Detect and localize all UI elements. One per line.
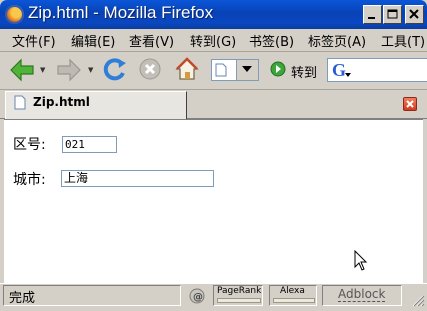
- menu-tools[interactable]: 工具(T): [381, 31, 425, 50]
- minimize-icon: [368, 17, 375, 19]
- city-label: 城市:: [13, 172, 46, 188]
- svg-text:G: G: [332, 61, 346, 79]
- page-icon: [215, 63, 227, 77]
- menu-bookmarks[interactable]: 书签(B): [249, 31, 294, 50]
- pagerank-bar: [217, 298, 261, 303]
- svg-text:@: @: [193, 292, 203, 303]
- resize-gripper-icon[interactable]: [407, 290, 425, 308]
- zip-label: 区号:: [13, 137, 46, 153]
- chevron-down-icon: [242, 66, 252, 72]
- maximize-icon: [387, 9, 398, 19]
- forward-dropdown-icon[interactable]: ▼: [88, 66, 93, 74]
- green-left-arrow-icon[interactable]: [9, 58, 35, 82]
- window-title: Zip.html - Mozilla Firefox: [28, 3, 214, 22]
- maximize-button[interactable]: [383, 5, 402, 24]
- alexa-label: Alexa: [280, 286, 305, 296]
- close-icon: [409, 9, 419, 19]
- menu-go[interactable]: 转到(G): [190, 31, 236, 50]
- go-button-label[interactable]: 转到: [291, 62, 317, 81]
- google-icon[interactable]: G: [331, 61, 355, 79]
- menu-view[interactable]: 查看(V): [129, 31, 174, 50]
- close-window-button[interactable]: [405, 5, 424, 24]
- alexa-bar: [273, 298, 315, 303]
- minimize-button[interactable]: [363, 5, 382, 24]
- pagerank-globe-icon[interactable]: @: [188, 287, 206, 305]
- status-text: 完成: [9, 291, 36, 306]
- zip-input[interactable]: 021: [62, 136, 117, 153]
- adblock-label: Adblock: [338, 287, 386, 302]
- back-dropdown-icon[interactable]: ▼: [40, 66, 45, 74]
- city-input[interactable]: 上海: [61, 170, 214, 187]
- pagerank-label: PageRank: [217, 286, 262, 296]
- blue-reload-icon[interactable]: [102, 56, 128, 82]
- tab-label[interactable]: Zip.html: [33, 95, 90, 109]
- page-icon: [14, 95, 26, 110]
- gray-right-arrow-icon[interactable]: [56, 58, 82, 82]
- home-icon[interactable]: [174, 56, 200, 82]
- close-tab-button[interactable]: [403, 97, 417, 111]
- menu-file[interactable]: 文件(F): [12, 31, 56, 50]
- firefox-logo-icon[interactable]: [5, 5, 24, 24]
- mouse-cursor-icon: [354, 250, 368, 271]
- go-arrow-icon[interactable]: [270, 61, 286, 77]
- menu-edit[interactable]: 编辑(E): [71, 31, 115, 50]
- menu-tabs[interactable]: 标签页(A): [308, 31, 366, 50]
- gray-stop-icon[interactable]: [138, 57, 162, 81]
- close-icon: [406, 100, 414, 108]
